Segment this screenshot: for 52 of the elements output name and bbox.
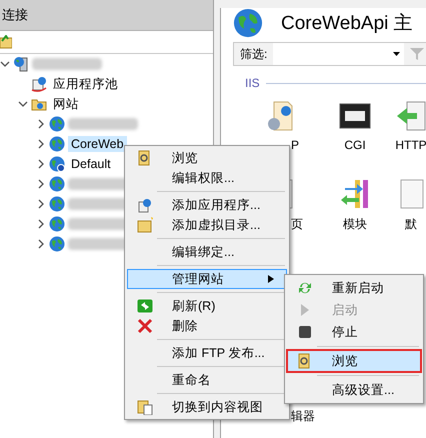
folder-icon[interactable] [0,35,12,49]
globe-icon [49,216,65,232]
feature-label[interactable]: 页 [291,216,303,233]
server-icon [13,56,29,72]
feature-label[interactable]: 默 [405,216,417,233]
menu-item[interactable]: 浏览 [287,350,421,372]
tree-item[interactable]: 应用程序池 [50,74,121,94]
menu-item[interactable]: 添加应用程序... [127,195,287,215]
globe-icon [49,136,65,152]
feature-label[interactable]: 辑器 [291,408,315,425]
globe-icon [49,236,65,252]
menu-item[interactable]: 切换到内容视图 [127,397,287,417]
menu-item[interactable]: 管理网站 [127,269,287,289]
globe-icon [49,196,65,212]
menu-item[interactable]: 重命名 [127,370,287,390]
menu-item[interactable]: 添加虚拟目录... [127,215,287,235]
menu-item[interactable]: 刷新(R) [127,296,287,316]
menu-item[interactable]: 高级设置... [287,379,421,401]
module-icon [339,178,371,210]
panel-title: 连接 [2,6,28,24]
stop-icon [297,324,313,340]
feature-label[interactable]: HTTP [395,138,426,152]
feature-label[interactable]: CGI [344,138,366,152]
tree-item[interactable]: 网站 [50,94,82,114]
chevron-down-icon[interactable] [18,99,28,109]
menu-item[interactable]: 删除 [127,316,287,336]
menu-item[interactable]: 添加 FTP 发布... [127,343,287,363]
menu-item[interactable]: 重新启动 [287,277,421,299]
feature-label[interactable]: 模块 [343,216,367,233]
submenu-arrow-icon [268,275,274,283]
tree-item[interactable]: Default [68,156,114,172]
globe-icon [49,116,65,132]
globe-icon [49,176,65,192]
feature-label[interactable]: P [291,138,300,152]
chevron-down-icon[interactable] [0,59,10,69]
delete-icon [137,318,153,334]
menu-item[interactable]: 停止 [287,321,421,343]
restart-icon [297,280,313,296]
globe-icon [233,8,263,38]
add-application-icon [137,197,153,213]
blurred-label [32,58,102,70]
folder-document-icon [137,399,153,415]
group-heading: IIS [245,76,260,90]
menu-item[interactable]: 编辑绑定... [127,242,287,262]
menu-item[interactable]: 编辑权限... [127,168,287,188]
menu-item[interactable]: 浏览 [127,148,287,168]
page-title: CoreWebApi 主 [281,12,413,36]
refresh-icon [137,298,153,314]
app-pool-icon [31,76,47,92]
tree-item[interactable]: CoreWeb [68,136,127,152]
globe-icon [49,156,65,172]
add-folder-icon [137,217,153,233]
